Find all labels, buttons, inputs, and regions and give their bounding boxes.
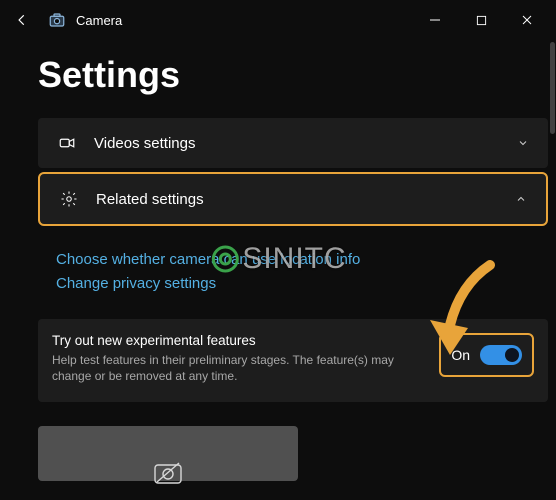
videos-settings-panel[interactable]: Videos settings <box>38 118 548 168</box>
content-area: Videos settings Related settings Choose … <box>0 118 556 481</box>
experimental-toggle[interactable] <box>480 345 522 365</box>
maximize-button[interactable] <box>458 5 504 35</box>
back-button[interactable] <box>14 12 30 28</box>
chevron-down-icon <box>516 136 530 150</box>
location-info-link[interactable]: Choose whether camera can use location i… <box>56 251 530 268</box>
experimental-features-panel: Try out new experimental features Help t… <box>38 319 548 402</box>
gear-icon <box>58 190 80 208</box>
privacy-settings-link[interactable]: Change privacy settings <box>56 275 530 292</box>
toggle-state-label: On <box>451 347 470 363</box>
experimental-features-title: Try out new experimental features <box>52 333 427 348</box>
related-settings-sublist: Choose whether camera can use location i… <box>38 230 548 309</box>
close-button[interactable] <box>504 5 550 35</box>
camera-icon <box>48 11 66 29</box>
video-icon <box>56 134 78 152</box>
chevron-up-icon <box>514 192 528 206</box>
minimize-button[interactable] <box>412 5 458 35</box>
toggle-knob <box>505 348 519 362</box>
experimental-toggle-area: On <box>439 333 534 377</box>
experimental-features-desc: Help test features in their preliminary … <box>52 352 427 384</box>
page-title: Settings <box>38 54 556 96</box>
camera-off-icon <box>153 460 183 489</box>
titlebar: Camera <box>0 0 556 40</box>
app-title: Camera <box>76 13 122 28</box>
videos-settings-label: Videos settings <box>94 135 516 152</box>
related-settings-panel[interactable]: Related settings <box>38 172 548 226</box>
preview-card[interactable] <box>38 426 298 481</box>
related-settings-label: Related settings <box>96 191 514 208</box>
